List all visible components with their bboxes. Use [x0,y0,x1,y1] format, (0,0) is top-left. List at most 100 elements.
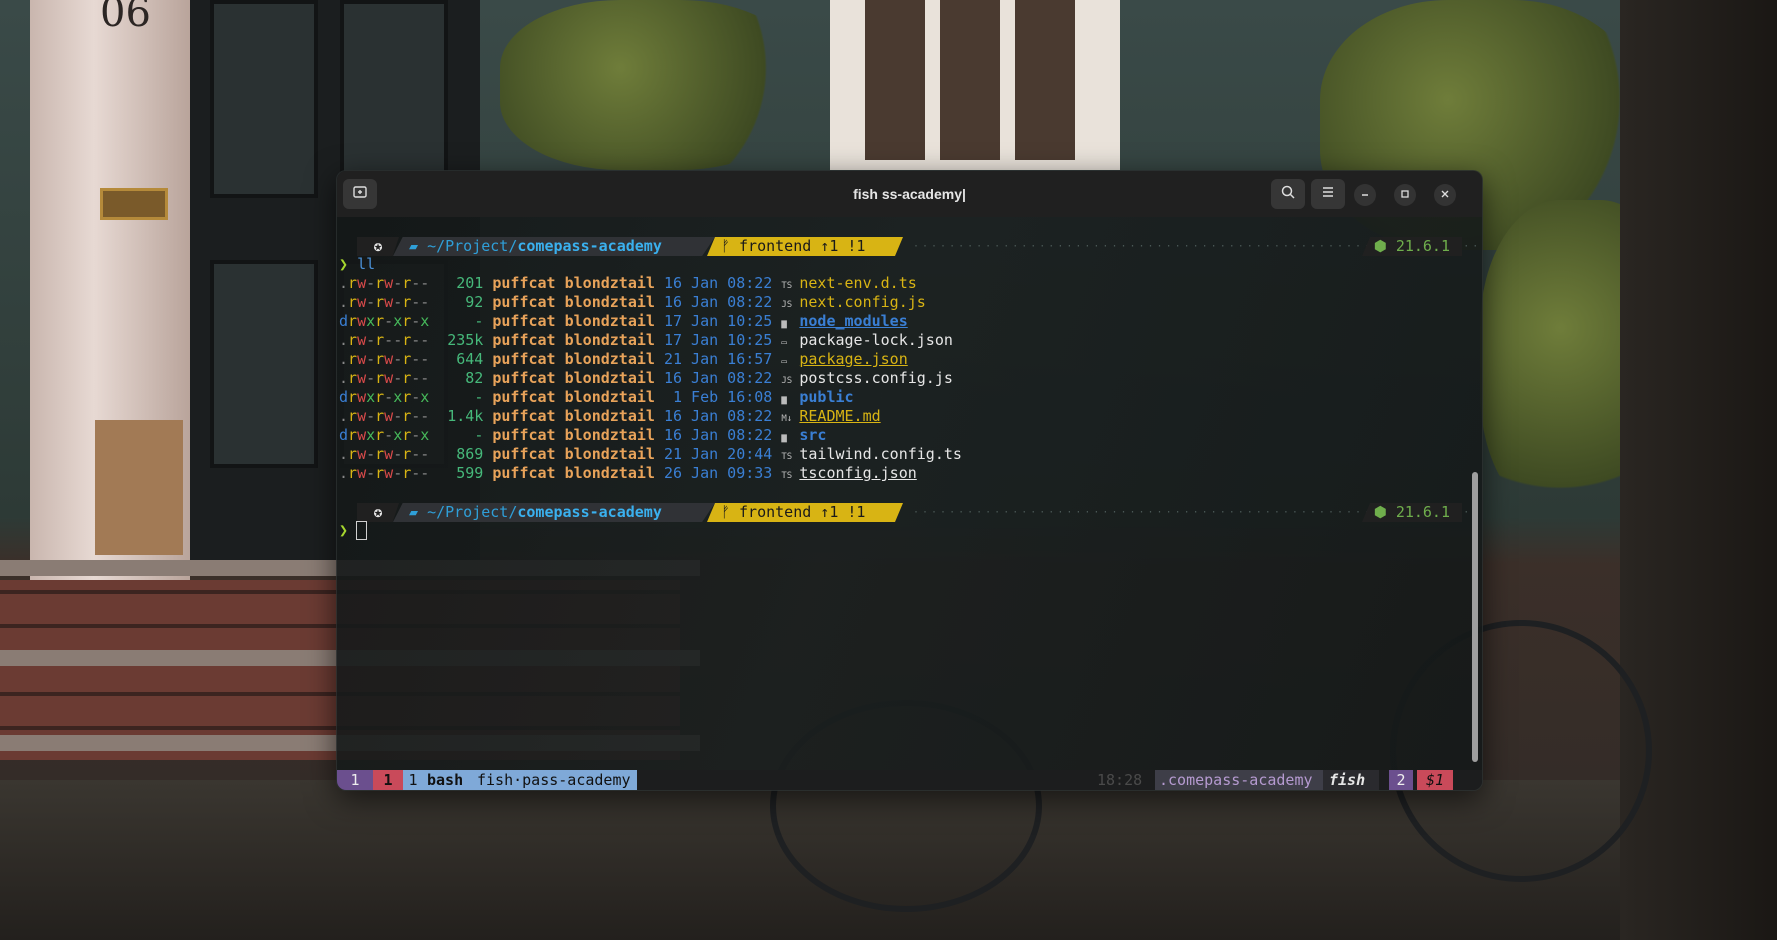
file-date: 16 Jan 08:22 [663,369,773,387]
status-window-alert[interactable]: 1 [373,770,403,790]
file-permissions: .rw-rw-r-- [339,350,430,368]
command-line: ❯ ll [339,255,375,274]
file-date: 17 Jan 10:25 [663,312,773,330]
new-tab-icon [352,184,368,205]
file-group: blondztail [564,407,655,425]
prompt-path: ▰ ~/Project/comepass-academy [393,237,715,256]
tmux-status-bar: 1 1 1 bash fish·pass-academy 18:28 .come… [337,770,1482,790]
file-size: 1.4k [447,407,484,425]
folder-icon: ▰ [409,237,428,255]
prompt-path-prefix: ~/Project/ [427,237,518,255]
menu-button[interactable] [1311,179,1345,209]
search-icon [1280,184,1296,205]
status-shell: fish [1323,770,1379,790]
file-owner: puffcat [492,274,556,292]
file-listing-row: .rw-rw-r-- 1.4k puffcat blondztail 16 Ja… [339,407,881,426]
file-size: - [474,426,484,444]
file-group: blondztail [564,274,655,292]
file-size: 82 [465,369,484,387]
maximize-icon [1400,186,1410,204]
file-permissions: drwxr-xr-x [339,388,430,406]
status-window-bash[interactable]: bash [423,770,473,790]
prompt-caret: ❯ [339,521,349,539]
minimize-button[interactable] [1354,184,1376,206]
file-name[interactable]: package.json [799,350,907,368]
file-permissions: drwxr-xr-x [339,426,430,444]
file-group: blondztail [564,350,655,368]
file-listing-row: .rw-rw-r-- 82 puffcat blondztail 16 Jan … [339,369,953,388]
file-group: blondztail [564,426,655,444]
file-listing-row: .rw-r--r-- 235k puffcat blondztail 17 Ja… [339,331,953,350]
file-date: 16 Jan 08:22 [663,293,773,311]
file-date: 16 Jan 08:22 [663,274,773,292]
file-name[interactable]: node_modules [799,312,907,330]
file-date: 16 Jan 08:22 [663,426,773,444]
status-time: 18:28 [1097,771,1143,789]
text-cursor[interactable] [356,521,368,540]
file-date: 21 Jan 20:44 [663,445,773,463]
file-size: 235k [447,331,484,349]
file-size: - [474,388,484,406]
status-session-name: .comepass-academy [1155,770,1327,790]
file-owner: puffcat [492,350,556,368]
status-session[interactable]: 1 [337,770,373,790]
prompt-bar: ✪ ▰ ~/Project/comepass-academy ᚠ fronten… [357,503,1482,522]
status-window-fish[interactable]: fish·pass-academy [473,770,637,790]
close-icon [1440,186,1450,204]
file-owner: puffcat [492,369,556,387]
file-name[interactable]: package-lock.json [799,331,953,349]
file-name[interactable]: tsconfig.json [799,464,916,482]
file-listing-row: .rw-rw-r-- 92 puffcat blondztail 16 Jan … [339,293,926,312]
file-permissions: drwxr-xr-x [339,312,430,330]
search-button[interactable] [1271,179,1305,209]
file-permissions: .rw-rw-r-- [339,274,430,292]
terminal-content[interactable]: ✪ ▰ ~/Project/comepass-academy ᚠ fronten… [337,217,1482,790]
file-listing-row: drwxr-xr-x - puffcat blondztail 16 Jan 0… [339,426,826,445]
input-line[interactable]: ❯ [339,521,368,540]
file-size: 644 [456,350,484,368]
maximize-button[interactable] [1394,184,1416,206]
git-status: ᚠ frontend ↑1 !1 [707,503,903,522]
file-owner: puffcat [492,464,556,482]
file-owner: puffcat [492,445,556,463]
file-listing-row: .rw-rw-r-- 201 puffcat blondztail 16 Jan… [339,274,917,293]
file-date: 17 Jan 10:25 [663,331,773,349]
scrollbar[interactable] [1472,472,1478,762]
node-version: ⬢ 21.6.1 [1362,503,1462,522]
file-name[interactable]: public [799,388,853,406]
file-listing-row: drwxr-xr-x - puffcat blondztail 17 Jan 1… [339,312,908,331]
file-owner: puffcat [492,293,556,311]
file-name[interactable]: README.md [799,407,880,425]
terminal-titlebar[interactable]: fish ss-academy| [337,171,1482,217]
file-owner: puffcat [492,388,556,406]
status-pane-count: 2 [1389,770,1413,790]
file-date: 16 Jan 08:22 [663,407,773,425]
file-listing-row: drwxr-xr-x - puffcat blondztail 1 Feb 16… [339,388,854,407]
close-button[interactable] [1434,184,1456,206]
file-permissions: .rw-rw-r-- [339,464,430,482]
prompt-path-prefix: ~/Project/ [427,503,518,521]
terminal-window[interactable]: fish ss-academy| ✪ ▰ ~/Project/comepass-… [336,170,1483,791]
file-listing-row: .rw-rw-r-- 644 puffcat blondztail 21 Jan… [339,350,908,369]
file-name[interactable]: src [799,426,826,444]
os-icon: ✪ [357,237,399,256]
file-listing-row: .rw-rw-r-- 869 puffcat blondztail 21 Jan… [339,445,962,464]
file-name[interactable]: tailwind.config.ts [799,445,962,463]
file-size: 869 [456,445,484,463]
file-name[interactable]: next-env.d.ts [799,274,916,292]
file-group: blondztail [564,445,655,463]
file-owner: puffcat [492,426,556,444]
file-type-icon: TS [781,471,793,481]
file-owner: puffcat [492,407,556,425]
file-group: blondztail [564,331,655,349]
file-name[interactable]: postcss.config.js [799,369,953,387]
git-status: ᚠ frontend ↑1 !1 [707,237,903,256]
prompt-path: ▰ ~/Project/comepass-academy [393,503,715,522]
status-window-index[interactable]: 1 [403,770,423,790]
wallpaper-package-box [95,420,183,555]
folder-icon: ▰ [409,503,428,521]
prompt-bar: ✪ ▰ ~/Project/comepass-academy ᚠ fronten… [357,237,1482,256]
file-permissions: .rw-r--r-- [339,331,430,349]
file-name[interactable]: next.config.js [799,293,925,311]
new-tab-button[interactable] [343,179,377,209]
